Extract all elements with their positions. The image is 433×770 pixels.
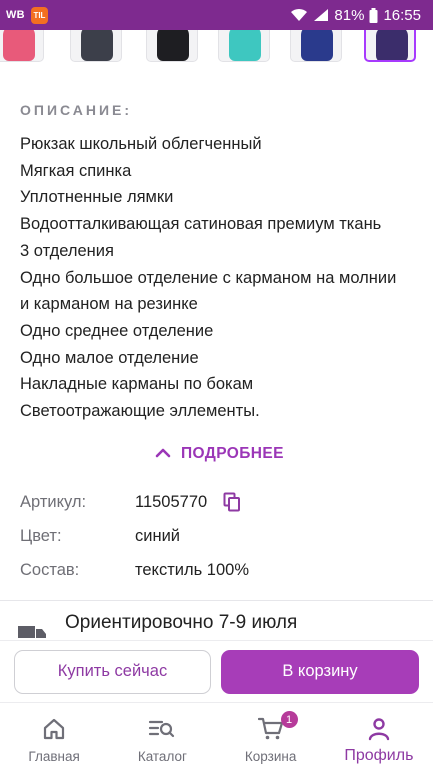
description-line: Водоотталкивающая сатиновая премиум ткан…: [20, 215, 382, 234]
description-line: Уплотненные лямки: [20, 188, 174, 207]
home-icon: [42, 715, 66, 743]
description-line: 3 отделения: [20, 241, 114, 260]
description-line: Светоотражающие эллементы.: [20, 402, 260, 421]
article-value: 11505770: [135, 492, 208, 511]
nav-home-label: Главная: [28, 749, 80, 764]
backpack-image: [81, 30, 113, 61]
nav-catalog-label: Каталог: [137, 749, 187, 764]
color-value: синий: [135, 527, 181, 545]
app-notification-icon: TIL: [30, 6, 48, 24]
nav-catalog[interactable]: Каталог: [108, 703, 216, 770]
article-label: Артикул:: [20, 492, 87, 511]
battery-percent: 81%: [334, 6, 365, 24]
nav-profile[interactable]: Профиль: [325, 703, 433, 770]
signal-icon: [313, 8, 329, 22]
composition-label: Состав:: [20, 561, 80, 579]
show-more-link[interactable]: ПОДРОБНЕЕ: [155, 445, 284, 463]
thumbnail-6[interactable]: [364, 30, 416, 62]
status-bar: WB TIL 81% 16:55: [0, 0, 433, 30]
catalog-search-icon: [148, 715, 176, 743]
wifi-icon: [290, 8, 308, 22]
description-line: Одно малое отделение: [20, 348, 199, 367]
show-more-label: ПОДРОБНЕЕ: [181, 445, 284, 462]
cart-icon: [257, 715, 284, 743]
description-line: Мягкая спинка: [20, 161, 132, 180]
thumbnail-5[interactable]: [290, 30, 342, 62]
backpack-image: [157, 30, 189, 61]
nav-cart-label: Корзина: [244, 749, 297, 764]
clock: 16:55: [383, 6, 421, 24]
nav-profile-label: Профиль: [344, 747, 414, 764]
description-line: Одно среднее отделение: [20, 321, 214, 340]
spec-composition-row: Состав: текстиль 100%: [20, 561, 420, 580]
thumbnail-2[interactable]: [70, 30, 122, 62]
description-line: Рюкзак школьный облегченный: [20, 135, 262, 153]
backpack-image: [229, 30, 261, 61]
spec-color-row: Цвет: синий: [20, 527, 420, 546]
add-to-cart-button[interactable]: В корзину: [221, 649, 419, 694]
nav-cart[interactable]: 1 Корзина: [217, 703, 325, 770]
backpack-image: [376, 30, 408, 60]
thumbnail-1[interactable]: [0, 30, 44, 62]
backpack-image: [3, 30, 35, 61]
thumbnail-4[interactable]: [218, 30, 270, 62]
battery-icon: [369, 7, 378, 23]
description-line: Одно большое отделение с карманом на мол…: [20, 268, 397, 287]
purchase-action-bar: Купить сейчас В корзину: [0, 640, 433, 702]
composition-value: текстиль 100%: [135, 561, 249, 579]
spec-article-row: Артикул: 11505770: [20, 492, 420, 512]
buy-now-button[interactable]: Купить сейчас: [14, 649, 211, 694]
thumbnail-3[interactable]: [146, 30, 198, 62]
chevron-up-icon: [155, 445, 171, 463]
delivery-info: Ориентировочно 7-9 июля: [0, 600, 433, 640]
description-line: и карманом на резинке: [20, 295, 198, 314]
copy-icon[interactable]: [223, 492, 241, 512]
profile-icon: [367, 715, 391, 743]
color-label: Цвет:: [20, 527, 62, 545]
description-line: Накладные карманы по бокам: [20, 375, 254, 394]
description-title: ОПИСАНИЕ:: [20, 102, 133, 118]
description-text: Рюкзак школьный облегченный Мягкая спинк…: [20, 131, 420, 425]
bottom-navigation: Главная Каталог 1 Корзина Профиль: [0, 702, 433, 770]
nav-home[interactable]: Главная: [0, 703, 108, 770]
product-thumbnails: [0, 30, 433, 66]
backpack-image: [301, 30, 333, 61]
carrier-label: WB: [6, 9, 25, 21]
delivery-estimate: Ориентировочно 7-9 июля: [65, 612, 298, 633]
cart-count-badge: 1: [280, 711, 298, 728]
